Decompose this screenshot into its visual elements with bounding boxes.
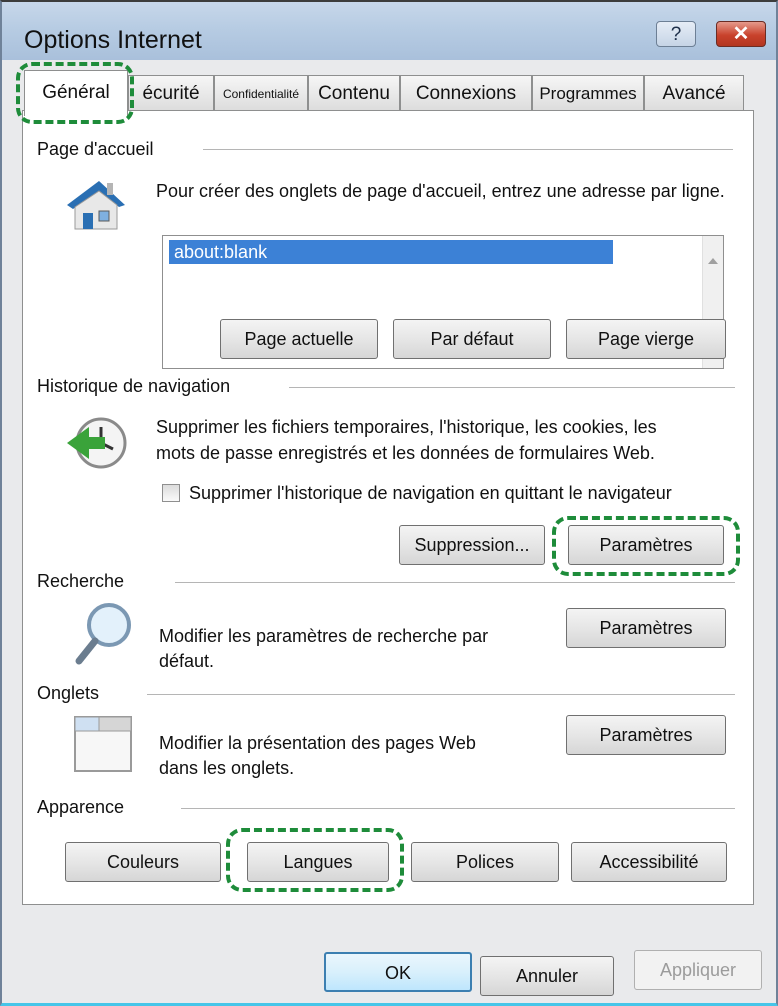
search-legend: Recherche [37, 571, 135, 592]
ok-button[interactable]: OK [324, 952, 472, 992]
tab-content[interactable]: Contenu [308, 75, 400, 111]
search-description-line1: Modifier les paramètres de recherche par [159, 626, 489, 646]
tabs-settings-button[interactable]: Paramètres [566, 715, 726, 755]
tab-programs[interactable]: Programmes [532, 75, 644, 111]
history-legend: Historique de navigation [37, 376, 241, 397]
history-settings-highlight [552, 516, 740, 576]
window-title: Options Internet [24, 26, 202, 54]
cancel-button[interactable]: Annuler [480, 956, 614, 996]
current-page-button[interactable]: Page actuelle [220, 319, 378, 359]
tabs-legend: Onglets [37, 683, 110, 704]
default-page-button[interactable]: Par défaut [393, 319, 551, 359]
colors-button[interactable]: Couleurs [65, 842, 221, 882]
general-tab-panel: Page d'accueil Pour créer des onglets de… [22, 110, 754, 905]
scroll-up-icon[interactable] [708, 258, 718, 264]
languages-highlight [226, 828, 404, 892]
tabs-window-icon [74, 716, 132, 772]
accessibility-button[interactable]: Accessibilité [571, 842, 727, 882]
homepage-instruction: Pour créer des onglets de page d'accueil… [156, 181, 725, 201]
general-tab-highlight [16, 62, 134, 124]
apply-button[interactable]: Appliquer [634, 950, 762, 990]
divider [289, 387, 735, 388]
homepage-url-entry[interactable]: about:blank [169, 240, 613, 264]
divider [203, 149, 733, 150]
tab-connections[interactable]: Connexions [400, 75, 532, 111]
title-bar[interactable]: Options Internet ? ✕ [2, 2, 776, 60]
search-settings-button[interactable]: Paramètres [566, 608, 726, 648]
magnifier-icon [75, 603, 131, 665]
delete-on-exit-label[interactable]: Supprimer l'historique de navigation en … [189, 481, 672, 506]
tabs-description-line2: dans les onglets. [159, 758, 295, 778]
history-description-line1: Supprimer les fichiers temporaires, l'hi… [156, 417, 657, 437]
delete-on-exit-checkbox[interactable] [162, 484, 180, 502]
tab-security[interactable]: écurité [128, 75, 214, 111]
tabs-description-line1: Modifier la présentation des pages Web [159, 733, 476, 753]
tab-privacy[interactable]: Confidentialité [214, 75, 308, 111]
internet-options-dialog: Options Internet ? ✕ Général écurité Con… [0, 0, 778, 1006]
homepage-legend: Page d'accueil [37, 139, 164, 160]
house-icon [67, 181, 125, 230]
appearance-legend: Apparence [37, 797, 135, 818]
fonts-button[interactable]: Polices [411, 842, 559, 882]
divider [181, 808, 735, 809]
search-description-line2: défaut. [159, 651, 215, 671]
history-description-line2: mots de passe enregistrés et les données… [156, 443, 655, 463]
divider [147, 694, 735, 695]
delete-history-button[interactable]: Suppression... [399, 525, 545, 565]
help-button[interactable]: ? [656, 21, 696, 47]
history-clock-icon [67, 417, 127, 469]
close-button[interactable]: ✕ [716, 21, 766, 47]
blank-page-button[interactable]: Page vierge [566, 319, 726, 359]
divider [175, 582, 735, 583]
tab-advanced[interactable]: Avancé [644, 75, 744, 111]
